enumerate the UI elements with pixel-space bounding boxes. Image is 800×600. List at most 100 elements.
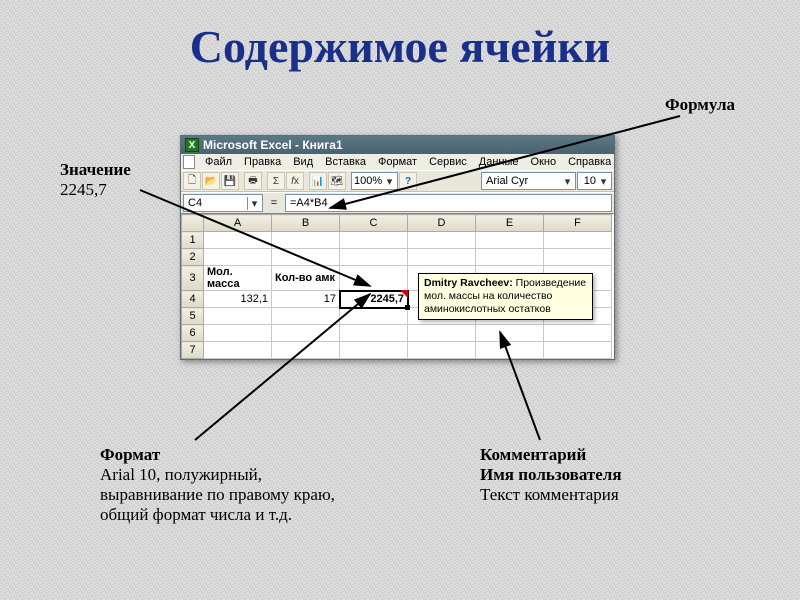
cell-comment-tooltip: Dmitry Ravcheev: Произведение мол. массы… — [418, 273, 593, 320]
callout-comment-line2: Текст комментария — [480, 485, 622, 505]
cell[interactable] — [340, 232, 408, 249]
comment-indicator-icon — [400, 290, 408, 298]
cell[interactable] — [408, 232, 476, 249]
dropdown-arrow-icon: ▾ — [562, 175, 573, 188]
menu-window[interactable]: Окно — [526, 155, 562, 169]
callout-formula-heading: Формула — [665, 95, 735, 115]
cell[interactable] — [476, 325, 544, 342]
name-box-value: C4 — [188, 197, 202, 209]
dropdown-arrow-icon: ▾ — [247, 197, 258, 210]
toolbar: 🗋 📂 💾 🖶 Σ fx 📊 🗺 100% ▾ ? Arial Cyr ▾ — [181, 170, 614, 192]
callout-comment: Комментарий Имя пользователя Текст комме… — [480, 445, 622, 505]
cell-a4[interactable]: 132,1 — [204, 291, 272, 308]
menubar: Файл Правка Вид Вставка Формат Сервис Да… — [181, 154, 614, 170]
cell-a3[interactable]: Мол. масса — [204, 266, 272, 291]
name-box[interactable]: C4 ▾ — [183, 194, 263, 212]
menu-format[interactable]: Формат — [373, 155, 422, 169]
cell[interactable] — [476, 249, 544, 266]
col-header-d[interactable]: D — [408, 215, 476, 232]
cell[interactable] — [408, 342, 476, 359]
print-icon[interactable]: 🖶 — [244, 172, 262, 190]
cell[interactable] — [204, 232, 272, 249]
fx-icon[interactable]: fx — [286, 172, 304, 190]
document-icon — [183, 155, 195, 169]
row-header-2[interactable]: 2 — [182, 249, 204, 266]
equals-label: = — [266, 197, 282, 209]
excel-logo-icon: X — [185, 138, 199, 152]
formula-input[interactable]: =A4*B4 — [285, 194, 612, 212]
cell-b3[interactable]: Кол-во амк — [272, 266, 340, 291]
comment-author: Dmitry Ravcheev: — [424, 277, 513, 289]
callout-comment-heading: Комментарий — [480, 445, 622, 465]
row-header-5[interactable]: 5 — [182, 308, 204, 325]
cell[interactable] — [204, 249, 272, 266]
col-header-c[interactable]: C — [340, 215, 408, 232]
cell[interactable] — [408, 325, 476, 342]
cell[interactable] — [544, 232, 612, 249]
help-icon[interactable]: ? — [399, 172, 417, 190]
sum-icon[interactable]: Σ — [267, 172, 285, 190]
map-icon[interactable]: 🗺 — [328, 172, 346, 190]
select-all-corner[interactable] — [182, 215, 204, 232]
menu-view[interactable]: Вид — [288, 155, 318, 169]
cell[interactable] — [340, 308, 408, 325]
col-header-f[interactable]: F — [544, 215, 612, 232]
cell[interactable] — [476, 232, 544, 249]
cell[interactable] — [204, 308, 272, 325]
cell[interactable] — [272, 325, 340, 342]
titlebar-text: Microsoft Excel - Книга1 — [203, 138, 343, 152]
column-header-row: A B C D E F — [182, 215, 612, 232]
callout-format-line3: общий формат числа и т.д. — [100, 505, 335, 525]
callout-format-line1: Arial 10, полужирный, — [100, 465, 335, 485]
menu-data[interactable]: Данные — [474, 155, 524, 169]
cell[interactable] — [544, 325, 612, 342]
cell[interactable] — [476, 342, 544, 359]
font-select[interactable]: Arial Cyr ▾ — [481, 172, 576, 190]
row-header-7[interactable]: 7 — [182, 342, 204, 359]
col-header-e[interactable]: E — [476, 215, 544, 232]
col-header-a[interactable]: A — [204, 215, 272, 232]
chart-icon[interactable]: 📊 — [309, 172, 327, 190]
col-header-b[interactable]: B — [272, 215, 340, 232]
callout-formula: Формула — [665, 95, 735, 115]
open-icon[interactable]: 📂 — [202, 172, 220, 190]
save-icon[interactable]: 💾 — [221, 172, 239, 190]
font-size: 10 — [580, 175, 598, 187]
dropdown-arrow-icon: ▾ — [598, 175, 609, 188]
row-header-3[interactable]: 3 — [182, 266, 204, 291]
titlebar[interactable]: X Microsoft Excel - Книга1 — [181, 136, 614, 154]
formula-text: =A4*B4 — [290, 197, 328, 209]
cell[interactable] — [272, 308, 340, 325]
cell[interactable] — [204, 325, 272, 342]
cell[interactable] — [544, 249, 612, 266]
row-header-6[interactable]: 6 — [182, 325, 204, 342]
menu-edit[interactable]: Правка — [239, 155, 286, 169]
cell[interactable] — [340, 266, 408, 291]
menu-insert[interactable]: Вставка — [320, 155, 371, 169]
cell-c4-active[interactable]: 2245,7 — [340, 291, 408, 308]
formula-bar: C4 ▾ = =A4*B4 — [181, 192, 614, 213]
zoom-select[interactable]: 100% ▾ — [351, 172, 398, 190]
slide: Содержимое ячейки Формула Значение 2245,… — [0, 0, 800, 600]
cell-c4-value: 2245,7 — [370, 293, 404, 305]
cell[interactable] — [340, 342, 408, 359]
menu-tools[interactable]: Сервис — [424, 155, 472, 169]
new-icon[interactable]: 🗋 — [183, 172, 201, 190]
font-size-select[interactable]: 10 ▾ — [577, 172, 612, 190]
cell[interactable] — [272, 342, 340, 359]
cell[interactable] — [544, 342, 612, 359]
callout-value: Значение 2245,7 — [60, 160, 131, 200]
cell[interactable] — [408, 249, 476, 266]
cell[interactable] — [340, 325, 408, 342]
cell-b4[interactable]: 17 — [272, 291, 340, 308]
slide-title: Содержимое ячейки — [0, 20, 800, 73]
row-header-4[interactable]: 4 — [182, 291, 204, 308]
row-header-1[interactable]: 1 — [182, 232, 204, 249]
callout-format-heading: Формат — [100, 445, 335, 465]
cell[interactable] — [272, 249, 340, 266]
cell[interactable] — [340, 249, 408, 266]
cell[interactable] — [204, 342, 272, 359]
cell[interactable] — [272, 232, 340, 249]
menu-file[interactable]: Файл — [200, 155, 237, 169]
menu-help[interactable]: Справка — [563, 155, 616, 169]
